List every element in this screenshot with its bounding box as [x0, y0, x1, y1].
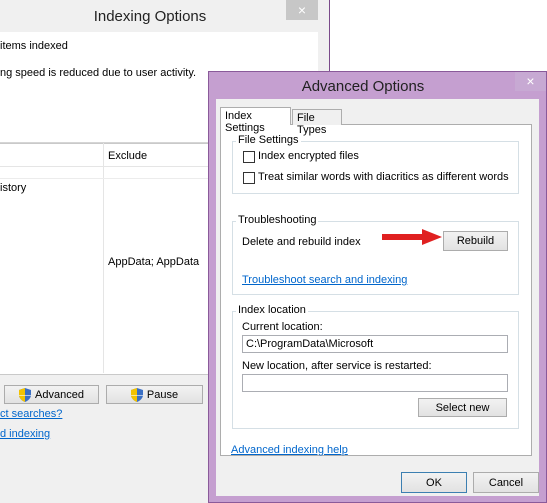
new-location-field: [242, 374, 508, 392]
diacritics-label[interactable]: Treat similar words with diacritics as d…: [258, 171, 509, 183]
rebuild-button-label: Rebuild: [456, 235, 495, 247]
diacritics-checkbox[interactable]: [243, 172, 255, 184]
index-encrypted-files-checkbox[interactable]: [243, 151, 255, 163]
file-settings-group: [232, 141, 519, 194]
tab-index-settings[interactable]: Index Settings: [220, 107, 291, 134]
table-row-location[interactable]: istory: [0, 182, 26, 194]
table-row-exclude[interactable]: AppData; AppData: [108, 256, 199, 268]
tab-file-types[interactable]: File Types: [292, 109, 342, 136]
index-encrypted-files-label[interactable]: Index encrypted files: [258, 150, 359, 162]
indexing-options-close-button[interactable]: ×: [286, 0, 318, 20]
delete-rebuild-text: Delete and rebuild index: [242, 236, 361, 248]
select-new-button-label: Select new: [435, 401, 490, 414]
exclude-column-header[interactable]: Exclude: [108, 150, 147, 162]
troubleshoot-link[interactable]: Troubleshoot search and indexing: [242, 274, 407, 286]
ok-button-label: OK: [426, 476, 442, 489]
cancel-button[interactable]: Cancel: [473, 472, 539, 493]
current-location-field: C:\ProgramData\Microsoft: [242, 335, 508, 353]
rebuild-button[interactable]: Rebuild: [443, 231, 508, 251]
advanced-button[interactable]: Advanced: [4, 385, 99, 404]
index-location-label: Index location: [236, 304, 308, 316]
advanced-options-close-button[interactable]: ×: [515, 72, 546, 91]
advanced-button-label: Advanced: [35, 388, 84, 401]
new-location-label: New location, after service is restarted…: [242, 360, 432, 372]
advanced-options-title: Advanced Options: [301, 78, 425, 95]
uac-shield-icon: [19, 387, 32, 402]
indexing-speed-text: ng speed is reduced due to user activity…: [0, 67, 197, 79]
advanced-indexing-help-link[interactable]: Advanced indexing help: [231, 444, 348, 456]
uac-shield-icon: [130, 387, 143, 402]
troubleshooting-label: Troubleshooting: [236, 214, 319, 226]
red-arrow-icon: [382, 229, 442, 245]
ok-button[interactable]: OK: [401, 472, 467, 493]
file-settings-label: File Settings: [236, 134, 301, 146]
searches-link[interactable]: ct searches?: [0, 408, 62, 420]
pause-button-label: Pause: [146, 388, 179, 401]
cancel-button-label: Cancel: [488, 476, 524, 489]
indexing-options-title: Indexing Options: [93, 8, 207, 25]
select-new-button[interactable]: Select new: [418, 398, 507, 417]
pause-button[interactable]: Pause: [106, 385, 203, 404]
indexing-link[interactable]: d indexing: [0, 428, 50, 440]
items-indexed-text: items indexed: [0, 40, 68, 52]
current-location-label: Current location:: [242, 321, 323, 333]
